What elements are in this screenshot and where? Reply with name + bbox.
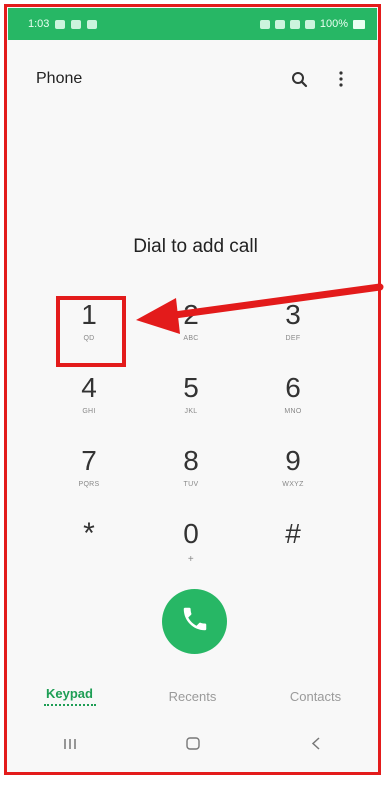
key-digit: # (285, 518, 301, 549)
key-letters: JKL (184, 408, 198, 415)
call-button[interactable] (162, 589, 227, 654)
status-bar: 1:03 100% (8, 8, 377, 40)
annotation-highlight-box (56, 296, 126, 367)
home-icon[interactable] (185, 737, 200, 755)
key-star[interactable]: * (38, 511, 140, 584)
key-letters: WXYZ (282, 481, 304, 488)
message-status-icon (71, 19, 82, 29)
bottom-tabs: Keypad Recents Contacts (8, 676, 377, 716)
key-digit: * (83, 517, 95, 550)
system-nav-bar (8, 724, 377, 768)
key-5[interactable]: 5 JKL (140, 365, 242, 438)
dial-prompt: Dial to add call (133, 236, 258, 257)
key-digit: 3 (285, 299, 301, 330)
search-icon[interactable] (289, 69, 309, 89)
key-letters: GHI (82, 408, 96, 415)
tab-contacts[interactable]: Contacts (254, 689, 377, 704)
key-digit: 5 (183, 372, 199, 403)
key-digit: 8 (183, 445, 199, 476)
phone-icon (180, 604, 210, 639)
tab-label: Recents (168, 688, 217, 704)
key-8[interactable]: 8 TUV (140, 438, 242, 511)
key-digit: 4 (81, 372, 97, 403)
key-letters: DEF (285, 335, 301, 342)
active-tab-indicator (43, 704, 96, 706)
key-letters: TUV (183, 481, 199, 488)
recent-apps-icon[interactable] (63, 737, 77, 755)
tab-keypad[interactable]: Keypad (8, 686, 131, 706)
key-4[interactable]: 4 GHI (38, 365, 140, 438)
key-letters: + (187, 554, 195, 565)
tab-recents[interactable]: Recents (131, 689, 254, 704)
battery-percent: 100% (319, 18, 348, 30)
key-digit: 2 (183, 299, 199, 330)
key-hash[interactable]: # (242, 511, 344, 584)
tab-label: Contacts (289, 688, 342, 704)
key-digit: 0 (183, 518, 199, 549)
more-vert-icon[interactable] (331, 69, 351, 89)
key-letters: MNO (284, 408, 302, 415)
key-3[interactable]: 3 DEF (242, 292, 344, 365)
call-status-icon (55, 19, 66, 29)
key-0[interactable]: 0 + (140, 511, 242, 584)
key-7[interactable]: 7 PQRS (38, 438, 140, 511)
key-digit: 7 (81, 445, 97, 476)
wifi-status-icon (289, 19, 300, 29)
image-status-icon (87, 19, 98, 29)
back-icon[interactable] (311, 737, 321, 755)
key-9[interactable]: 9 WXYZ (242, 438, 344, 511)
mute-status-icon (259, 19, 270, 29)
battery-icon (353, 19, 365, 29)
app-bar: Phone (8, 40, 377, 118)
key-2[interactable]: 2 ABC (140, 292, 242, 365)
signal-status-icon (304, 19, 315, 29)
key-digit: 9 (285, 445, 301, 476)
key-digit: 6 (285, 372, 301, 403)
key-6[interactable]: 6 MNO (242, 365, 344, 438)
tab-label: Keypad (46, 686, 93, 701)
key-letters: ABC (183, 335, 199, 342)
app-title: Phone (36, 70, 83, 87)
key-letters: PQRS (78, 481, 100, 488)
alarm-status-icon (274, 19, 285, 29)
status-time: 1:03 (28, 18, 50, 30)
